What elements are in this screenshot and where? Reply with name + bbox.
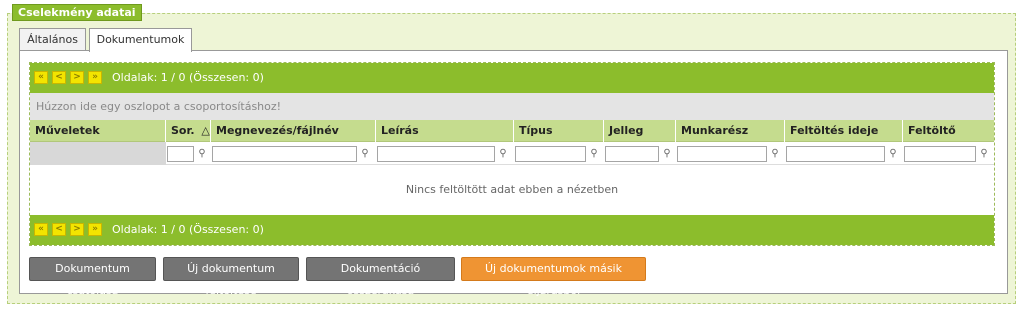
filter-input-type[interactable] [515, 146, 586, 162]
pager-bottom: « < > » Oldalak: 1 / 0 (Összesen: 0) [30, 215, 994, 245]
grid-filter-row: ⚲ ⚲ ⚲ ⚲ ⚲ ⚲ ⚲ ⚲ [30, 142, 994, 165]
filter-icon[interactable]: ⚲ [358, 146, 372, 162]
column-header-upload-time[interactable]: Feltöltés ideje [785, 120, 903, 142]
column-header-order-label: Sor. [171, 124, 195, 137]
filter-icon[interactable]: ⚲ [768, 146, 782, 162]
panel-legend: Cselekmény adatai [12, 4, 142, 21]
first-page-button[interactable]: « [34, 223, 48, 236]
column-header-actions[interactable]: Műveletek [30, 120, 166, 142]
column-header-uploader[interactable]: Feltöltő [903, 120, 994, 142]
pager-top: « < > » Oldalak: 1 / 0 (Összesen: 0) [30, 63, 994, 93]
prev-page-button[interactable]: < [52, 71, 66, 84]
filter-input-name[interactable] [212, 146, 357, 162]
attach-document-button[interactable]: Dokumentum csatolása [29, 257, 156, 297]
column-header-nature[interactable]: Jelleg [604, 120, 676, 142]
group-by-panel[interactable]: Húzzon ide egy oszlopot a csoportosításh… [30, 93, 994, 120]
documents-from-other-procedure-button[interactable]: Új dokumentumok másik eljárásból [461, 257, 646, 297]
filter-cell-actions [30, 142, 166, 165]
filter-icon[interactable]: ⚲ [587, 146, 601, 162]
filter-icon[interactable]: ⚲ [195, 146, 209, 162]
filter-input-uploader[interactable] [904, 146, 976, 162]
column-header-order[interactable]: Sor. △ [166, 120, 211, 142]
filter-input-upload-time[interactable] [786, 146, 885, 162]
next-page-button[interactable]: > [70, 71, 84, 84]
tab-documents[interactable]: Dokumentumok [89, 28, 192, 52]
filter-icon[interactable]: ⚲ [496, 146, 510, 162]
pager-info: Oldalak: 1 / 0 (Összesen: 0) [112, 223, 264, 236]
filter-icon[interactable]: ⚲ [886, 146, 900, 162]
documents-tab-panel: « < > » Oldalak: 1 / 0 (Összesen: 0) Húz… [19, 50, 1008, 297]
empty-grid-message: Nincs feltöltött adat ebben a nézetben [405, 183, 619, 196]
upload-new-document-button[interactable]: Új dokumentum feltöltése [163, 257, 299, 297]
prev-page-button[interactable]: < [52, 223, 66, 236]
sort-ascending-icon: △ [201, 124, 210, 137]
next-page-button[interactable]: > [70, 223, 84, 236]
filter-input-order[interactable] [167, 146, 194, 162]
last-page-button[interactable]: » [88, 223, 102, 236]
tab-general[interactable]: Általános [19, 28, 86, 51]
grid-header-row: Műveletek Sor. △ Megnevezés/fájlnév Leír… [30, 120, 994, 142]
documents-grid: « < > » Oldalak: 1 / 0 (Összesen: 0) Húz… [29, 62, 995, 246]
column-header-work-part[interactable]: Munkarész [676, 120, 785, 142]
compile-documentation-button[interactable]: Dokumentáció összerakása [306, 257, 455, 297]
filter-input-work-part[interactable] [677, 146, 767, 162]
first-page-button[interactable]: « [34, 71, 48, 84]
last-page-button[interactable]: » [88, 71, 102, 84]
filter-input-description[interactable] [377, 146, 495, 162]
filter-icon[interactable]: ⚲ [660, 146, 674, 162]
column-header-type[interactable]: Típus [514, 120, 604, 142]
column-header-description[interactable]: Leírás [376, 120, 514, 142]
column-header-name[interactable]: Megnevezés/fájlnév [211, 120, 376, 142]
filter-icon[interactable]: ⚲ [977, 146, 991, 162]
pager-info: Oldalak: 1 / 0 (Összesen: 0) [112, 71, 264, 84]
filter-input-nature[interactable] [605, 146, 659, 162]
